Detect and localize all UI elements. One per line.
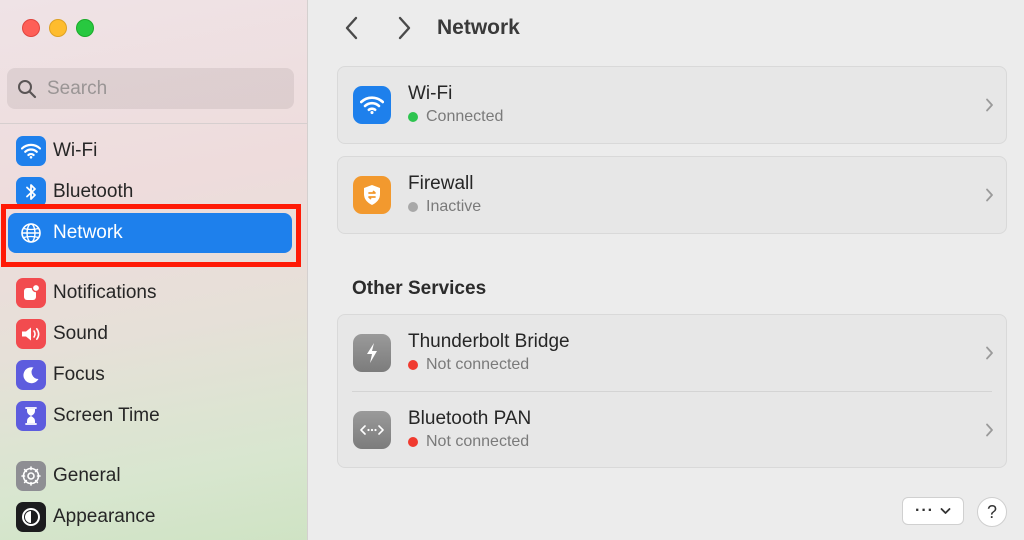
service-status-label: Connected	[426, 108, 504, 125]
zoom-window-button[interactable]	[76, 19, 94, 37]
sidebar-item-label: Focus	[53, 364, 105, 385]
sidebar-item-label: Notifications	[53, 282, 157, 303]
section-title-other-services: Other Services	[352, 278, 487, 299]
sidebar-item-label: Bluetooth	[53, 181, 134, 202]
window-controls	[22, 19, 94, 37]
service-card-wifi[interactable]: Wi-Fi Connected	[337, 66, 1007, 144]
forward-button[interactable]	[391, 14, 417, 42]
service-status-label: Not connected	[426, 432, 530, 450]
ellipsis-icon: ···	[915, 502, 934, 519]
bluetooth-pan-icon	[353, 410, 391, 449]
status-dot	[408, 202, 418, 212]
service-name: Firewall	[408, 173, 474, 194]
service-name: Thunderbolt Bridge	[408, 331, 570, 352]
firewall-icon	[353, 176, 391, 214]
sidebar-item-label: Appearance	[53, 506, 156, 527]
status-dot	[408, 360, 418, 370]
bluetooth-icon	[16, 177, 46, 207]
moon-icon	[16, 360, 46, 390]
thunderbolt-icon	[353, 334, 391, 372]
main-content: Network Wi-Fi Connected Firewall Inactiv…	[309, 0, 1024, 540]
sidebar-item-sound[interactable]: Sound	[8, 314, 292, 354]
chevron-right-icon	[986, 346, 993, 360]
other-services-list: Thunderbolt Bridge Not connected Bluetoo…	[337, 314, 1007, 468]
sidebar-item-wifi[interactable]: Wi-Fi	[8, 131, 292, 171]
sidebar-item-label: Wi-Fi	[53, 140, 98, 161]
speaker-icon	[16, 319, 46, 349]
sidebar-item-label: General	[53, 465, 121, 486]
sidebar-item-focus[interactable]: Focus	[8, 355, 292, 395]
search-icon	[18, 79, 37, 98]
history-navigation	[339, 14, 417, 42]
wifi-icon	[16, 136, 46, 166]
service-status: Not connected	[408, 354, 570, 376]
status-dot	[408, 436, 418, 447]
chevron-right-icon	[986, 188, 993, 202]
back-button[interactable]	[339, 14, 365, 42]
service-row-thunderbolt-bridge[interactable]: Thunderbolt Bridge Not connected	[338, 315, 1006, 391]
sidebar-item-appearance[interactable]: Appearance	[8, 497, 292, 537]
service-card-firewall[interactable]: Firewall Inactive	[337, 156, 1007, 234]
service-status-label: Inactive	[426, 198, 482, 215]
gear-icon	[16, 461, 46, 491]
service-name: Bluetooth PAN	[408, 407, 532, 429]
hourglass-icon	[16, 401, 46, 431]
bell-icon	[16, 278, 46, 308]
sidebar-item-label: Sound	[53, 323, 108, 344]
service-row-bluetooth-pan[interactable]: Bluetooth PAN Not connected	[352, 391, 993, 467]
service-status-label: Not connected	[426, 356, 530, 373]
more-actions-button[interactable]: ···	[902, 497, 964, 525]
highlight-annotation-box	[1, 204, 301, 267]
service-status: Inactive	[408, 196, 481, 218]
chevron-right-icon	[986, 98, 993, 112]
sidebar-item-label: Screen Time	[53, 405, 160, 426]
search-field[interactable]	[7, 68, 294, 109]
status-dot	[408, 112, 418, 122]
wifi-icon	[353, 86, 391, 124]
search-input[interactable]	[47, 77, 267, 100]
service-status: Connected	[408, 106, 503, 128]
chevron-left-icon	[345, 16, 358, 40]
minimize-window-button[interactable]	[49, 19, 67, 37]
sidebar-item-notifications[interactable]: Notifications	[8, 273, 292, 313]
help-button[interactable]: ?	[977, 497, 1007, 527]
appearance-icon	[16, 502, 46, 532]
chevron-right-icon	[986, 423, 993, 436]
sidebar-divider	[0, 123, 308, 124]
service-status: Not connected	[408, 431, 531, 453]
sidebar-item-general[interactable]: General	[8, 456, 292, 496]
sidebar-item-screen-time[interactable]: Screen Time	[8, 396, 292, 436]
page-title: Network	[437, 16, 520, 39]
sidebar: Wi-Fi Bluetooth Network	[0, 0, 308, 540]
close-window-button[interactable]	[22, 19, 40, 37]
service-name: Wi-Fi	[408, 83, 453, 104]
chevron-right-icon	[398, 16, 411, 40]
chevron-down-icon	[940, 508, 951, 514]
